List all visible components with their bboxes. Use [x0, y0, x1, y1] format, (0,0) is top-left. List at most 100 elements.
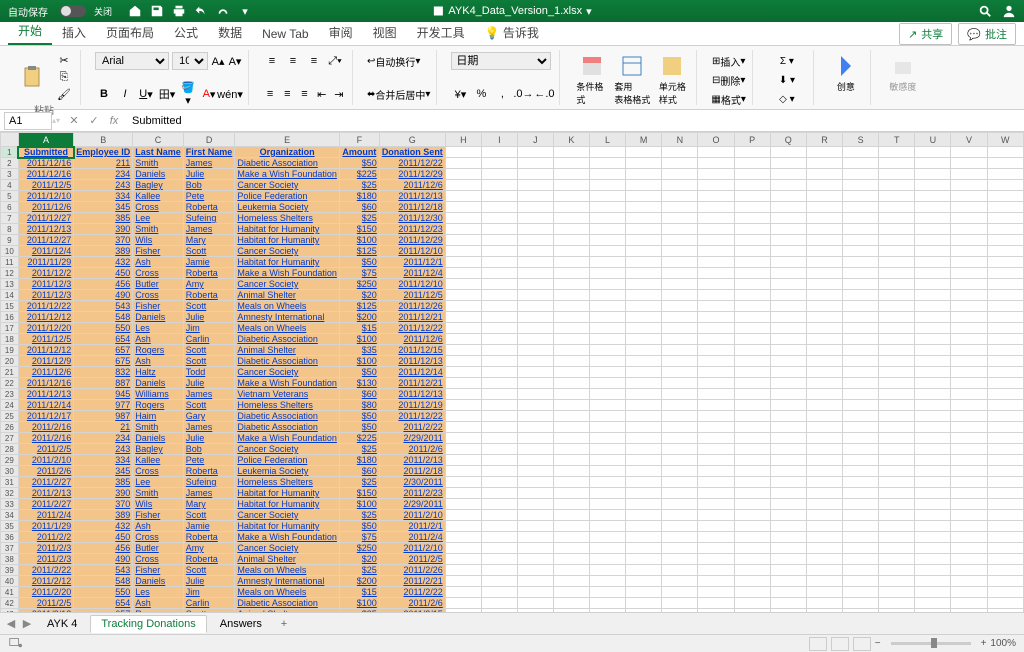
table-cell[interactable]: Leukemia Society [235, 202, 340, 213]
table-cell[interactable]: 657 [74, 609, 133, 613]
table-cell[interactable]: 945 [74, 389, 133, 400]
table-cell[interactable]: Carlin [183, 598, 235, 609]
table-header-cell[interactable]: First Name [183, 147, 235, 158]
sheet-tab[interactable]: AYK 4 [36, 615, 88, 633]
row-header[interactable]: 25 [1, 411, 19, 422]
row-header[interactable]: 29 [1, 455, 19, 466]
comments-button[interactable]: 💬 批注 [958, 23, 1016, 45]
row-header[interactable]: 3 [1, 169, 19, 180]
table-cell[interactable]: Cross [133, 532, 184, 543]
table-cell[interactable]: 2011/2/16 [18, 433, 74, 444]
table-cell[interactable]: James [183, 158, 235, 169]
table-cell[interactable]: Diabetic Association [235, 334, 340, 345]
column-header[interactable]: G [379, 133, 445, 147]
row-header[interactable]: 5 [1, 191, 19, 202]
table-cell[interactable]: Habitat for Humanity [235, 224, 340, 235]
table-cell[interactable]: 2011/2/10 [379, 543, 445, 554]
table-cell[interactable]: 2011/1/29 [18, 521, 74, 532]
sheet-tab[interactable]: Answers [209, 615, 273, 633]
table-cell[interactable]: 385 [74, 213, 133, 224]
table-cell[interactable]: Scott [183, 400, 235, 411]
row-header[interactable]: 30 [1, 466, 19, 477]
table-cell[interactable]: Smith [133, 422, 184, 433]
column-header[interactable]: P [734, 133, 770, 147]
table-cell[interactable]: 2011/12/13 [18, 224, 74, 235]
table-cell[interactable]: Lee [133, 477, 184, 488]
home-icon[interactable] [128, 4, 142, 18]
table-cell[interactable]: 2011/12/21 [379, 312, 445, 323]
table-cell[interactable]: 432 [74, 521, 133, 532]
table-cell[interactable]: Daniels [133, 169, 184, 180]
table-cell[interactable]: 2011/2/12 [18, 576, 74, 587]
row-header[interactable]: 16 [1, 312, 19, 323]
table-cell[interactable]: $20 [339, 554, 379, 565]
table-cell[interactable]: 211 [74, 158, 133, 169]
table-cell[interactable]: 2011/2/13 [379, 455, 445, 466]
row-header[interactable]: 28 [1, 444, 19, 455]
table-cell[interactable]: $125 [339, 246, 379, 257]
table-cell[interactable]: Mary [183, 499, 235, 510]
table-cell[interactable]: 2011/12/3 [18, 279, 74, 290]
table-cell[interactable]: $50 [339, 411, 379, 422]
table-cell[interactable]: $25 [339, 477, 379, 488]
table-cell[interactable]: $60 [339, 466, 379, 477]
table-header-cell[interactable]: Donation Sent [379, 147, 445, 158]
table-cell[interactable]: Cancer Society [235, 367, 340, 378]
table-cell[interactable]: Leukemia Society [235, 466, 340, 477]
bold-button[interactable]: B [95, 85, 113, 103]
table-cell[interactable]: $50 [339, 257, 379, 268]
column-header[interactable]: A [18, 133, 74, 147]
table-cell[interactable]: Scott [183, 510, 235, 521]
column-header[interactable]: M [626, 133, 662, 147]
table-header-cell[interactable]: Last Name [133, 147, 184, 158]
page-layout-view-icon[interactable] [831, 637, 849, 651]
paste-button[interactable] [14, 63, 50, 91]
table-cell[interactable]: 234 [74, 169, 133, 180]
table-cell[interactable]: Habitat for Humanity [235, 257, 340, 268]
table-cell[interactable]: 2011/12/5 [18, 180, 74, 191]
row-header[interactable]: 18 [1, 334, 19, 345]
align-right-icon[interactable]: ≡ [297, 85, 311, 103]
table-cell[interactable]: 2011/12/13 [379, 356, 445, 367]
table-header-cell[interactable]: Organization [235, 147, 340, 158]
table-cell[interactable]: Roberta [183, 268, 235, 279]
copy-icon[interactable]: ⎘ [54, 69, 74, 85]
table-cell[interactable]: Sufeing [183, 477, 235, 488]
table-cell[interactable]: 389 [74, 246, 133, 257]
merge-button[interactable]: ⬌ 合并后居中 ▾ [367, 85, 430, 103]
table-cell[interactable]: Julie [183, 433, 235, 444]
table-cell[interactable]: $150 [339, 224, 379, 235]
table-cell[interactable]: 2011/2/6 [379, 444, 445, 455]
table-cell[interactable]: Butler [133, 543, 184, 554]
table-cell[interactable]: 385 [74, 477, 133, 488]
table-cell[interactable]: 2011/12/13 [379, 191, 445, 202]
table-cell[interactable]: 2011/12/2 [18, 268, 74, 279]
table-cell[interactable]: Smith [133, 224, 184, 235]
table-cell[interactable]: 2011/12/27 [18, 213, 74, 224]
column-header[interactable]: Q [770, 133, 806, 147]
table-cell[interactable]: 2011/2/10 [379, 510, 445, 521]
undo-icon[interactable] [194, 4, 208, 18]
table-cell[interactable]: 832 [74, 367, 133, 378]
table-cell[interactable]: Haltz [133, 367, 184, 378]
row-header[interactable]: 11 [1, 257, 19, 268]
table-cell[interactable]: Habitat for Humanity [235, 521, 340, 532]
table-cell[interactable]: Daniels [133, 576, 184, 587]
border-button[interactable]: 田▾ [158, 85, 176, 103]
table-cell[interactable]: 389 [74, 510, 133, 521]
indent-decrease-icon[interactable]: ⇤ [315, 85, 329, 103]
table-cell[interactable]: 2011/2/4 [18, 510, 74, 521]
table-cell[interactable]: 2011/2/12 [18, 609, 74, 613]
table-cell[interactable]: 675 [74, 356, 133, 367]
table-cell[interactable]: Rogers [133, 345, 184, 356]
table-cell[interactable]: Smith [133, 158, 184, 169]
delete-cells-button[interactable]: ⊟ 删除 ▾ [711, 71, 745, 89]
table-cell[interactable]: $180 [339, 191, 379, 202]
column-header[interactable]: N [662, 133, 698, 147]
table-cell[interactable]: Julie [183, 312, 235, 323]
table-cell[interactable]: 2011/12/16 [18, 169, 74, 180]
table-cell[interactable]: 2011/2/22 [379, 422, 445, 433]
percent-icon[interactable]: % [472, 85, 490, 103]
table-cell[interactable]: Julie [183, 378, 235, 389]
table-cell[interactable]: 2011/12/16 [18, 378, 74, 389]
